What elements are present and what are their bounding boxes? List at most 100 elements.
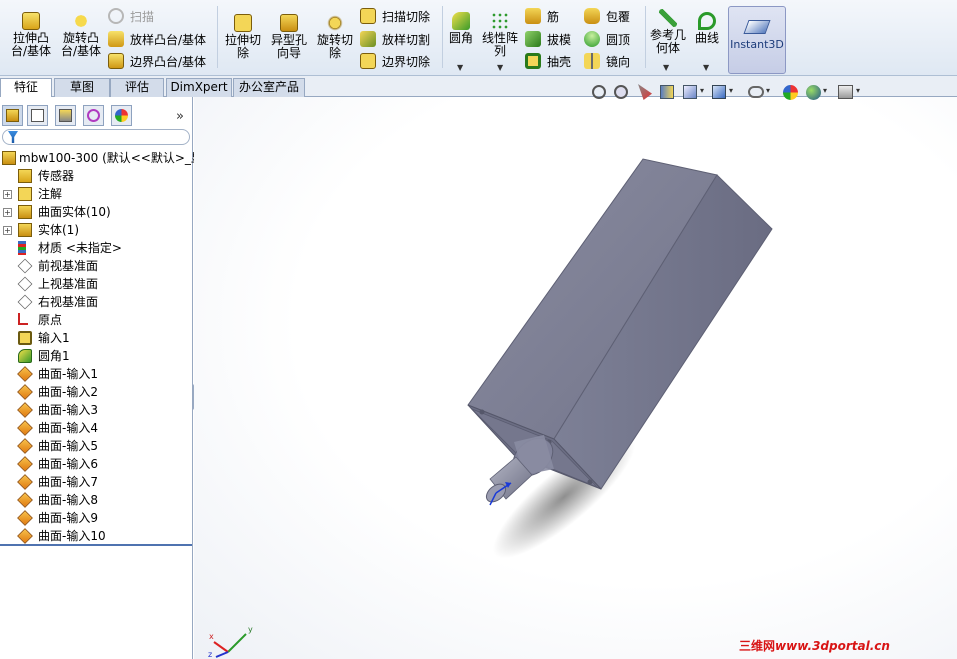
dome-button[interactable]: 圆顶	[584, 30, 630, 50]
view-settings-dropdown-arrow[interactable]: ▾	[856, 86, 860, 95]
triad-z-label: z	[208, 650, 212, 658]
extrude-boss-button[interactable]: 拉伸凸 台/基体	[6, 12, 56, 58]
tree-item[interactable]: 输入1	[0, 329, 193, 347]
loft-boss-button[interactable]: 放样凸台/基体	[108, 30, 206, 50]
tab-evaluate[interactable]: 评估	[110, 78, 164, 97]
extrude-boss-label: 拉伸凸 台/基体	[10, 31, 52, 58]
mirror-button[interactable]: 镜向	[584, 52, 630, 72]
reference-triad-icon: y x z	[208, 625, 253, 658]
sweep-button[interactable]: 扫描	[108, 7, 154, 27]
wrap-icon	[584, 8, 600, 24]
tree-item[interactable]: + 注解	[0, 185, 193, 203]
tree-item[interactable]: 曲面-输入4	[0, 419, 193, 437]
tree-item[interactable]: 曲面-输入2	[0, 383, 193, 401]
tree-item[interactable]: 曲面-输入7	[0, 473, 193, 491]
tab-features[interactable]: 特征	[0, 78, 52, 98]
apply-scene-icon[interactable]	[806, 85, 821, 100]
wrap-button[interactable]: 包覆	[584, 7, 630, 27]
tab-office-products[interactable]: 办公室产品	[233, 78, 305, 97]
section-view-icon[interactable]	[660, 85, 674, 99]
shell-button[interactable]: 抽壳	[525, 52, 571, 72]
surface-import-icon	[17, 528, 33, 544]
tree-item-label: 曲面-输入1	[38, 367, 98, 381]
curves-dropdown-arrow[interactable]: ▼	[703, 63, 709, 72]
tree-item[interactable]: 曲面-输入5	[0, 437, 193, 455]
heads-up-view-toolbar: ▾ ▾ ▾ ▾ ▾	[590, 84, 865, 102]
display-style-dropdown-arrow[interactable]: ▾	[729, 86, 733, 95]
feature-manager-panel: » mbw100-300 (默认<<默认>_显示 传感器 + 注解 + 曲面实体(10)…	[0, 97, 215, 659]
apply-scene-dropdown-arrow[interactable]: ▾	[823, 86, 827, 95]
reference-geometry-dropdown-arrow[interactable]: ▼	[663, 63, 669, 72]
swept-cut-label: 扫描切除	[382, 10, 431, 24]
tree-item[interactable]: 圆角1	[0, 347, 193, 365]
hide-show-dropdown-arrow[interactable]: ▾	[766, 86, 770, 95]
revolve-cut-button[interactable]: 旋转切 除	[313, 14, 357, 60]
tree-item[interactable]: 曲面-输入9	[0, 509, 193, 527]
hole-wizard-button[interactable]: 异型孔 向导	[266, 14, 312, 60]
tree-root-part[interactable]: mbw100-300 (默认<<默认>_显示	[0, 149, 215, 167]
curves-button[interactable]: 曲线	[690, 12, 724, 45]
pattern-dropdown-arrow[interactable]: ▼	[497, 63, 503, 72]
display-manager-tab[interactable]	[111, 105, 132, 126]
surface-import-icon	[17, 474, 33, 490]
boundary-boss-button[interactable]: 边界凸台/基体	[108, 52, 206, 72]
expand-toggle-icon[interactable]: +	[3, 208, 12, 217]
tree-item[interactable]: 曲面-输入3	[0, 401, 193, 419]
tree-item[interactable]: 曲面-输入8	[0, 491, 193, 509]
view-orientation-icon[interactable]	[683, 85, 697, 99]
panel-expand-chevron-icon[interactable]: »	[176, 109, 184, 124]
display-style-icon[interactable]	[712, 85, 726, 99]
plane-icon	[17, 276, 33, 292]
previous-view-icon[interactable]	[638, 84, 652, 100]
configuration-manager-tab[interactable]	[55, 105, 76, 126]
swept-cut-button[interactable]: 扫描切除	[360, 7, 430, 27]
tree-item[interactable]: 右视基准面	[0, 293, 193, 311]
lofted-cut-button[interactable]: 放样切割	[360, 30, 430, 50]
rib-icon	[525, 8, 541, 24]
tab-dimxpert[interactable]: DimXpert	[166, 78, 232, 97]
tree-item[interactable]: 上视基准面	[0, 275, 193, 293]
zoom-to-area-icon[interactable]	[614, 85, 628, 99]
boundary-boss-icon	[108, 53, 124, 69]
revolve-boss-button[interactable]: 旋转凸 台/基体	[57, 12, 105, 58]
tree-item[interactable]: 原点	[0, 311, 193, 329]
ribbon-toolbar: 拉伸凸 台/基体 旋转凸 台/基体 扫描 放样凸台/基体 边界凸台/基体 拉伸切…	[0, 0, 957, 76]
zoom-to-fit-icon[interactable]	[592, 85, 606, 99]
extrude-cut-button[interactable]: 拉伸切 除	[221, 14, 265, 60]
graphics-viewport[interactable]	[194, 97, 957, 659]
import-icon	[18, 331, 32, 345]
instant3d-label: Instant3D	[730, 38, 784, 51]
tree-filter-input[interactable]	[2, 129, 190, 145]
boundary-cut-button[interactable]: 边界切除	[360, 52, 430, 72]
fillet-dropdown-arrow[interactable]: ▼	[457, 63, 463, 72]
expand-toggle-icon[interactable]: +	[3, 190, 12, 199]
dimxpert-manager-tab[interactable]	[83, 105, 104, 126]
hide-show-items-icon[interactable]	[748, 86, 764, 98]
draft-button[interactable]: 拔模	[525, 30, 571, 50]
tree-item[interactable]: 材质 <未指定>	[0, 239, 193, 257]
instant3d-button[interactable]: Instant3D	[728, 6, 786, 74]
ribbon-separator	[645, 6, 646, 68]
property-manager-tab[interactable]	[27, 105, 48, 126]
expand-toggle-icon[interactable]: +	[3, 226, 12, 235]
tree-item[interactable]: + 曲面实体(10)	[0, 203, 193, 221]
tree-item[interactable]: 前视基准面	[0, 257, 193, 275]
tree-item[interactable]: 曲面-输入1	[0, 365, 193, 383]
view-settings-icon[interactable]	[838, 85, 853, 99]
tab-sketch[interactable]: 草图	[54, 78, 110, 97]
reference-geometry-button[interactable]: 参考几 何体	[648, 9, 688, 55]
linear-pattern-button[interactable]: 线性阵 列	[480, 12, 520, 58]
tree-item[interactable]: 曲面-输入6	[0, 455, 193, 473]
rib-button[interactable]: 筋	[525, 7, 559, 27]
draft-icon	[525, 31, 541, 47]
feature-manager-tab[interactable]	[2, 105, 23, 126]
surface-bodies-icon	[18, 205, 32, 219]
fillet-button[interactable]: 圆角	[446, 12, 476, 45]
view-orientation-dropdown-arrow[interactable]: ▾	[700, 86, 704, 95]
tree-item[interactable]: 传感器	[0, 167, 193, 185]
edit-appearance-icon[interactable]	[783, 85, 798, 100]
triad-x-label: x	[209, 632, 214, 641]
tree-item-label: 曲面-输入9	[38, 511, 98, 525]
tree-item[interactable]: 曲面-输入10	[0, 527, 193, 545]
tree-item[interactable]: + 实体(1)	[0, 221, 193, 239]
